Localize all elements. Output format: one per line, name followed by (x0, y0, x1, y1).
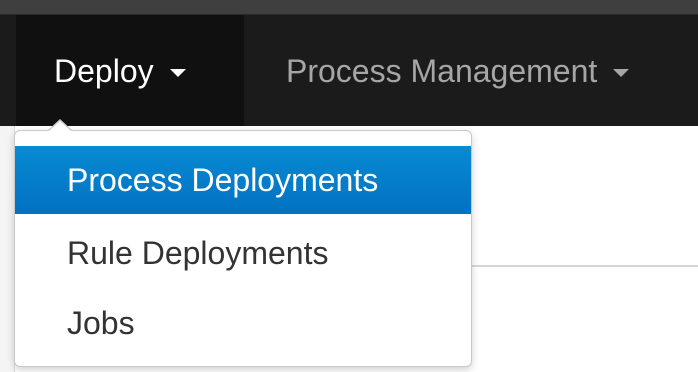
top-strip (0, 0, 698, 14)
deploy-menu-label: Deploy (54, 52, 154, 89)
menu-item-jobs[interactable]: Jobs (15, 289, 471, 357)
application-page: Deploy Process Management Process Deploy… (0, 0, 698, 372)
process-management-menu-button[interactable]: Process Management (286, 15, 698, 127)
content-divider (472, 265, 698, 267)
chevron-down-icon (169, 68, 186, 77)
menu-item-label: Process Deployments (67, 161, 379, 198)
menu-item-label: Jobs (67, 304, 135, 341)
deploy-dropdown-menu: Process Deployments Rule Deployments Job… (14, 119, 472, 367)
menu-item-process-deployments[interactable]: Process Deployments (15, 146, 471, 214)
top-navigation-bar: Deploy Process Management (0, 14, 698, 127)
menu-item-label: Rule Deployments (67, 234, 329, 271)
left-gutter (0, 126, 15, 372)
deploy-menu-button[interactable]: Deploy (16, 15, 244, 127)
process-management-menu-label: Process Management (286, 52, 598, 89)
menu-item-rule-deployments[interactable]: Rule Deployments (15, 219, 471, 287)
chevron-down-icon (613, 68, 630, 77)
dropdown-arrow-fill (48, 121, 72, 132)
